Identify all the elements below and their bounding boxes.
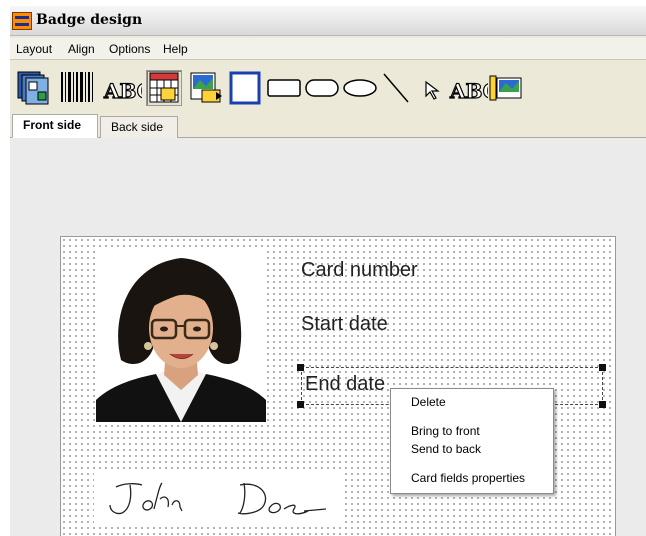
menu-align[interactable]: Align [68,42,95,56]
pointer-icon[interactable] [418,70,446,106]
tab-strip: Front side Back side [10,112,646,138]
toolbar: ABC [10,62,646,114]
context-send-to-back[interactable]: Send to back [411,442,481,456]
menu-help[interactable]: Help [163,42,188,56]
context-menu: Delete Bring to front Send to back Card … [390,388,554,494]
rounded-rectangle-icon[interactable] [266,70,302,106]
static-text-icon-label: ABC [449,79,488,103]
title-bar[interactable]: Badge design [10,6,646,36]
ellipse-icon[interactable] [342,70,378,106]
rectangle-icon[interactable] [228,70,262,106]
line-icon[interactable] [380,70,414,106]
menu-bar: Layout Align Options Help [10,38,646,60]
context-separator [394,414,550,415]
menu-layout[interactable]: Layout [16,42,52,56]
app-icon [12,12,32,30]
card-stack-icon[interactable] [16,70,52,106]
portrait-image [96,250,266,422]
resize-handle-top-right[interactable] [599,364,606,371]
tab-front-side[interactable]: Front side [12,114,98,138]
tab-back-side[interactable]: Back side [100,116,178,138]
wide-rounded-rectangle-icon[interactable] [304,70,340,106]
photo-field[interactable] [96,250,266,422]
resize-handle-bottom-right[interactable] [599,401,606,408]
context-bring-to-front[interactable]: Bring to front [411,424,480,438]
barcode-icon[interactable] [58,70,96,106]
resize-handle-top-left[interactable] [297,364,304,371]
card-number-field[interactable]: Card number [301,259,418,282]
image-field-icon[interactable] [188,70,224,106]
text-field-icon-label: ABC [103,79,142,103]
context-separator [394,461,550,462]
background-image-icon[interactable] [488,70,524,106]
date-field-icon[interactable] [146,70,182,106]
signature-image [109,482,327,515]
context-delete[interactable]: Delete [411,395,446,409]
menu-options[interactable]: Options [109,42,150,56]
badge-design-window: Badge design Layout Align Options Help A… [10,6,646,536]
signature-field[interactable] [94,469,342,527]
resize-handle-bottom-left[interactable] [297,401,304,408]
text-field-icon[interactable]: ABC [102,70,153,106]
start-date-field[interactable]: Start date [301,313,388,336]
static-text-icon[interactable]: ABC [448,70,499,106]
window-title: Badge design [36,12,143,28]
context-card-fields-properties[interactable]: Card fields properties [411,471,525,485]
